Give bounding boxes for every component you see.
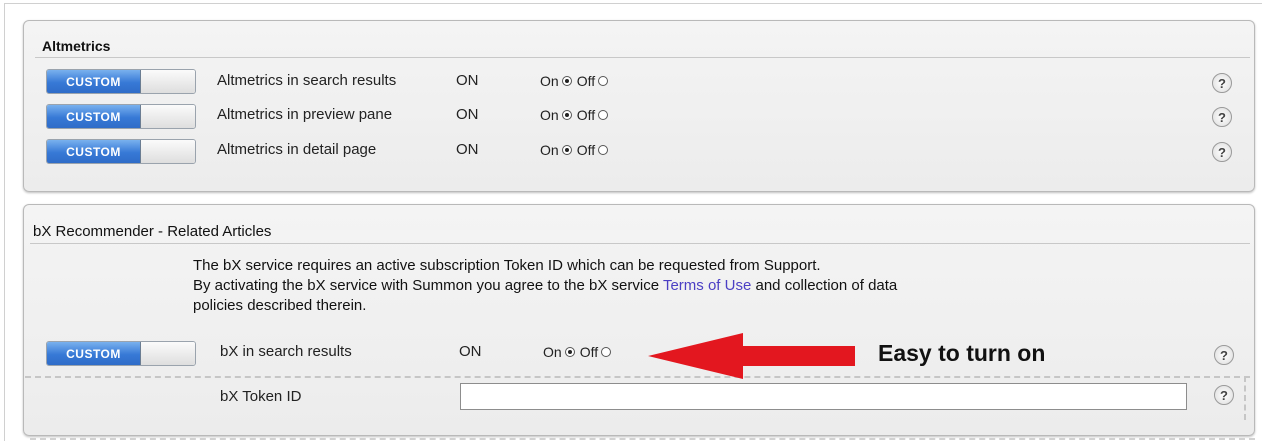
bx-token-label: bX Token ID	[220, 388, 302, 405]
bx-search-radios: On Off	[543, 344, 613, 360]
radio-off-label: Off	[576, 73, 596, 89]
bx-search-toggle[interactable]: CUSTOM	[46, 341, 196, 366]
altmetrics-search-toggle[interactable]: CUSTOM	[46, 69, 196, 94]
radio-off[interactable]	[601, 347, 612, 357]
altmetrics-preview-label: Altmetrics in preview pane	[217, 106, 393, 123]
radio-off-label: Off	[576, 107, 596, 123]
altmetrics-preview-radios: On Off	[540, 107, 610, 123]
bx-info-line2-pre: By activating the bX service with Summon…	[193, 277, 663, 294]
radio-off-label: Off	[579, 344, 599, 360]
bottom-dashed-edge	[30, 438, 1255, 440]
help-icon[interactable]: ?	[1212, 107, 1232, 127]
toggle-switch-knob	[141, 140, 195, 163]
radio-on[interactable]	[564, 347, 575, 357]
toggle-custom-label: CUSTOM	[47, 342, 141, 365]
radio-off[interactable]	[598, 145, 609, 155]
bx-info-line2: By activating the bX service with Summon…	[193, 276, 1083, 296]
red-arrow-icon	[648, 333, 855, 379]
radio-on-label: On	[540, 142, 559, 158]
help-icon[interactable]: ?	[1214, 345, 1234, 365]
altmetrics-detail-label: Altmetrics in detail page	[217, 141, 377, 158]
radio-on-label: On	[543, 344, 562, 360]
bx-info-line2-post: and collection of data	[751, 277, 898, 294]
toggle-switch-knob	[141, 70, 195, 93]
bx-info-line3: policies described therein.	[193, 297, 367, 314]
toggle-switch-knob	[141, 105, 195, 128]
dashed-separator-right	[1244, 376, 1246, 420]
help-icon[interactable]: ?	[1212, 73, 1232, 93]
radio-on[interactable]	[561, 76, 572, 86]
altmetrics-search-label: Altmetrics in search results	[217, 72, 397, 89]
altmetrics-title-divider	[35, 57, 1250, 58]
radio-on-label: On	[540, 73, 559, 89]
altmetrics-search-radios: On Off	[540, 73, 610, 89]
bx-info-text: The bX service requires an active subscr…	[193, 256, 1083, 316]
toggle-custom-label: CUSTOM	[47, 105, 141, 128]
toggle-switch-knob	[141, 342, 195, 365]
radio-off-label: Off	[576, 142, 596, 158]
radio-off[interactable]	[598, 110, 609, 120]
radio-on-label: On	[540, 107, 559, 123]
altmetrics-panel	[23, 20, 1255, 192]
terms-of-use-link[interactable]: Terms of Use	[663, 277, 751, 294]
bx-search-state: ON	[459, 343, 482, 360]
radio-on[interactable]	[561, 110, 572, 120]
radio-on[interactable]	[561, 145, 572, 155]
altmetrics-preview-toggle[interactable]: CUSTOM	[46, 104, 196, 129]
altmetrics-preview-state: ON	[456, 106, 479, 123]
altmetrics-detail-radios: On Off	[540, 142, 610, 158]
help-icon[interactable]: ?	[1212, 142, 1232, 162]
radio-off[interactable]	[598, 76, 609, 86]
bx-title-divider	[30, 243, 1250, 244]
toggle-custom-label: CUSTOM	[47, 70, 141, 93]
altmetrics-detail-state: ON	[456, 141, 479, 158]
annotation-text: Easy to turn on	[878, 340, 1046, 366]
bx-token-input[interactable]	[460, 383, 1187, 410]
bx-title: bX Recommender - Related Articles	[33, 223, 272, 240]
help-icon[interactable]: ?	[1214, 385, 1234, 405]
altmetrics-detail-toggle[interactable]: CUSTOM	[46, 139, 196, 164]
altmetrics-search-state: ON	[456, 72, 479, 89]
altmetrics-title: Altmetrics	[42, 38, 111, 54]
dashed-separator	[25, 376, 1250, 378]
bx-info-line1: The bX service requires an active subscr…	[193, 257, 821, 274]
bx-search-label: bX in search results	[220, 343, 352, 360]
toggle-custom-label: CUSTOM	[47, 140, 141, 163]
